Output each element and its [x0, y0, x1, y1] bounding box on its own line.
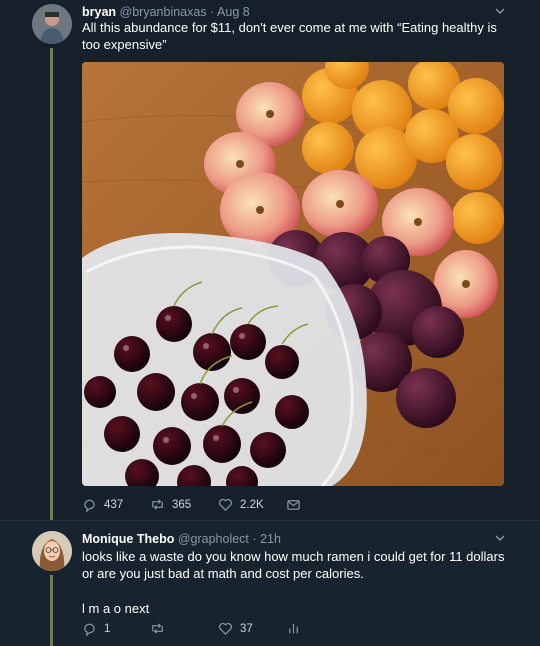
envelope-icon	[287, 500, 300, 510]
display-name[interactable]: bryan	[82, 5, 116, 19]
thread-line	[50, 575, 53, 646]
retweet-icon	[152, 623, 163, 634]
analytics-button[interactable]	[286, 621, 301, 636]
separator: ·	[252, 532, 257, 546]
timestamp[interactable]: Aug 8	[217, 5, 250, 19]
timestamp[interactable]: 21h	[260, 532, 281, 546]
separator: ·	[210, 5, 215, 19]
like-button[interactable]: 2.2K	[218, 497, 264, 512]
display-name[interactable]: Monique Thebo	[82, 532, 174, 546]
tweet-bryan[interactable]: bryan @bryanbinaxas · Aug 8 All this abu…	[0, 0, 540, 520]
reply-icon	[84, 499, 95, 512]
tweet-text: All this abundance for $11, don't ever c…	[82, 20, 497, 52]
tweet-header: bryan @bryanbinaxas · Aug 8	[82, 5, 250, 19]
reply-count: 437	[104, 498, 124, 511]
heart-icon	[219, 498, 232, 511]
tweet-header: Monique Thebo @grapholect · 21h	[82, 532, 281, 546]
tweet-photo[interactable]	[82, 62, 504, 486]
chevron-down-icon[interactable]	[494, 5, 506, 17]
retweet-icon	[152, 499, 163, 510]
retweet-button[interactable]: 365	[150, 497, 191, 512]
thread-line	[50, 48, 53, 520]
avatar[interactable]	[32, 531, 72, 571]
retweet-button[interactable]	[150, 621, 172, 636]
tweet-monique[interactable]: Monique Thebo @grapholect · 21h looks li…	[0, 520, 540, 646]
username[interactable]: @grapholect	[178, 532, 249, 546]
tweet-text: looks like a waste do you know how much …	[82, 549, 505, 581]
like-button[interactable]: 37	[218, 621, 253, 636]
reply-button[interactable]: 437	[82, 497, 123, 512]
chevron-down-icon[interactable]	[494, 532, 506, 544]
like-count: 2.2K	[240, 498, 264, 511]
avatar[interactable]	[32, 4, 72, 44]
heart-icon	[219, 622, 232, 635]
username[interactable]: @bryanbinaxas	[120, 5, 207, 19]
fruit-photo-image	[82, 62, 504, 486]
tweet-text-second-line: l m a o next	[82, 601, 150, 616]
reply-button[interactable]: 1	[82, 621, 110, 636]
retweet-count: 365	[172, 498, 192, 511]
reply-count: 1	[104, 622, 111, 635]
analytics-icon	[289, 623, 298, 634]
reply-icon	[84, 623, 95, 636]
dm-button[interactable]	[286, 497, 301, 512]
like-count: 37	[240, 622, 253, 635]
